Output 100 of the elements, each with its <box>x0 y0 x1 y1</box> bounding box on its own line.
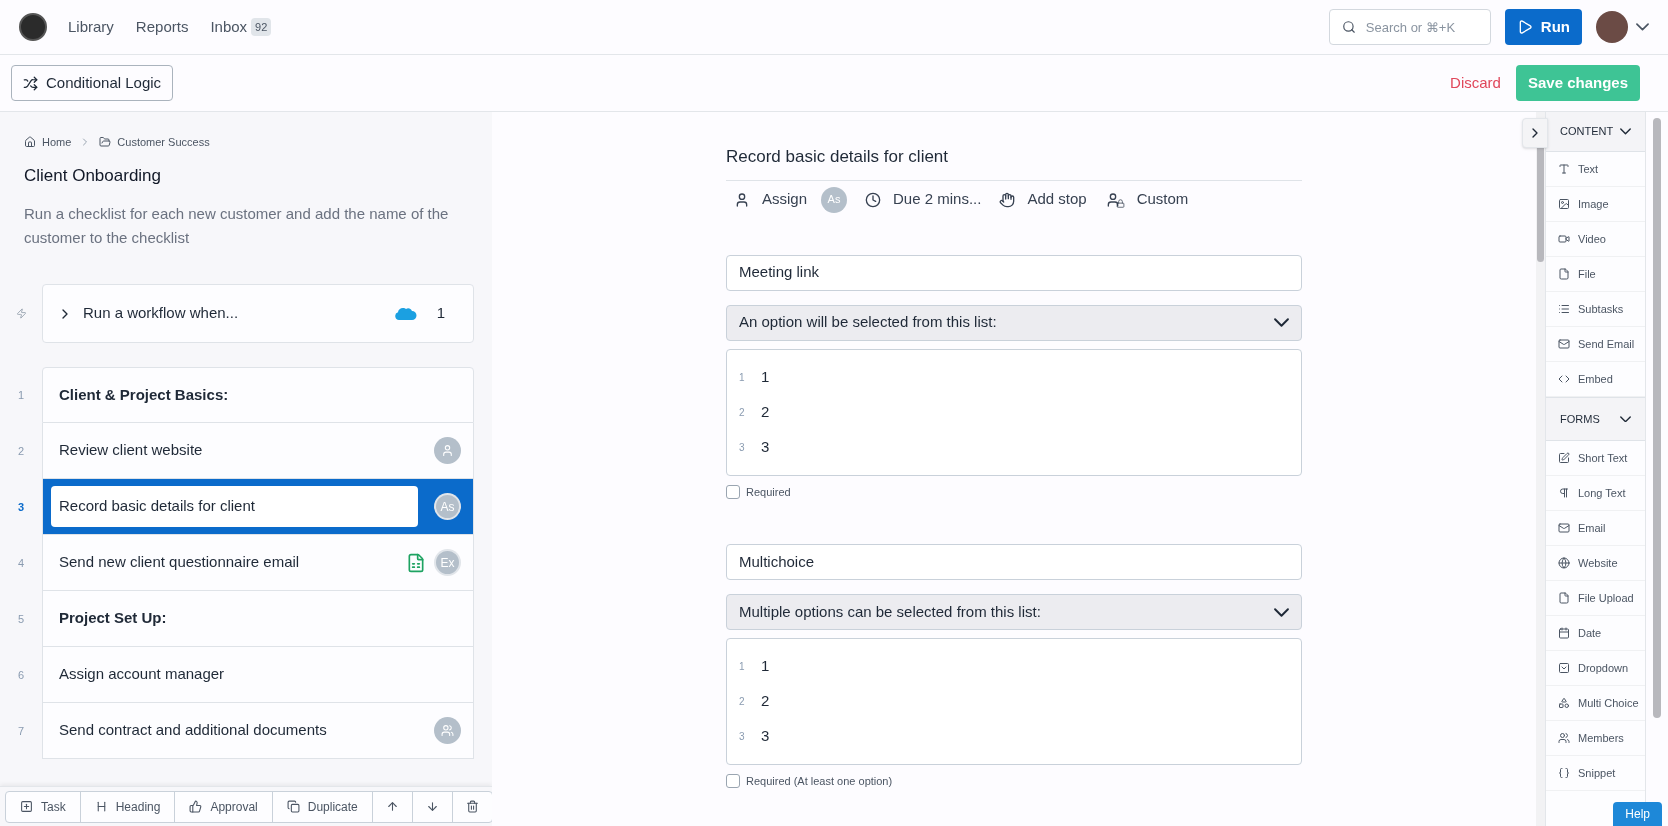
home-icon <box>24 136 36 149</box>
required-checkbox[interactable] <box>726 774 740 789</box>
option-number: 2 <box>739 695 746 709</box>
caret-icon <box>1620 128 1631 135</box>
conditional-logic-button[interactable]: Conditional Logic <box>11 65 174 101</box>
text-icon <box>1558 163 1570 175</box>
shuffle-icon <box>23 75 38 91</box>
task-row[interactable]: Client & Project Basics: <box>42 367 474 423</box>
sidebar-item[interactable]: Video <box>1546 222 1645 257</box>
sidebar-item[interactable]: Image <box>1546 187 1645 222</box>
video-icon <box>1558 233 1570 245</box>
required-checkbox[interactable] <box>726 484 740 499</box>
mode-dropdown[interactable]: Multiple options can be selected from this list: <box>726 594 1302 630</box>
assignee-avatar[interactable] <box>434 437 461 464</box>
meta-action[interactable]: Assign <box>734 188 808 211</box>
breadcrumb-link[interactable]: Home <box>24 134 72 151</box>
section-header[interactable]: FORMS <box>1546 397 1645 441</box>
dropdown-icon <box>1558 662 1570 674</box>
logo[interactable] <box>19 13 47 41</box>
nav-link[interactable]: Library <box>68 15 114 39</box>
mode-dropdown[interactable]: An option will be selected from this list: <box>726 304 1302 341</box>
breadcrumb-link[interactable]: Customer Success <box>99 134 210 151</box>
section-header[interactable]: CONTENT <box>1546 112 1645 152</box>
task-row[interactable]: Send contract and additional documents <box>42 703 474 759</box>
copy-icon <box>286 800 300 813</box>
discard-button[interactable]: Discard <box>1450 71 1501 95</box>
task-row[interactable]: Project Set Up: <box>42 591 474 647</box>
task-label: Send contract and additional documents <box>59 720 328 741</box>
meta-action[interactable]: Add stop <box>999 188 1087 211</box>
option-value[interactable]: 3 <box>761 435 770 459</box>
trigger-count: 1 <box>436 303 445 324</box>
option-value[interactable]: 2 <box>761 690 770 713</box>
user-avatar[interactable] <box>1596 11 1628 43</box>
task-heading: Project Set Up: <box>59 608 168 629</box>
option-value[interactable]: 3 <box>761 725 770 748</box>
caret-icon[interactable] <box>1636 23 1649 31</box>
sidebar-item[interactable]: Dropdown <box>1546 651 1645 686</box>
shapes-icon <box>1558 697 1570 709</box>
task-number: 1 <box>16 387 26 403</box>
meta-action[interactable]: Due 2 mins... <box>865 188 982 211</box>
sidebar-item[interactable]: Text <box>1546 152 1645 187</box>
field-label-input[interactable]: Meeting link <box>726 254 1302 291</box>
toolbar-button[interactable]: Task <box>6 791 80 822</box>
task-row[interactable]: Send new client questionnaire email Ex <box>42 535 474 591</box>
nav-link[interactable]: Reports <box>135 15 189 39</box>
workflow-title: Client Onboarding <box>24 164 163 187</box>
task-row[interactable]: Review client website <box>42 423 474 479</box>
help-button[interactable]: Help <box>1613 802 1662 826</box>
folder-icon <box>99 136 112 149</box>
sidebar-item[interactable]: File Upload <box>1546 581 1645 616</box>
sidebar-item[interactable]: Date <box>1546 616 1645 651</box>
nav-link[interactable]: Inbox 92 <box>210 15 272 39</box>
option-value[interactable]: 1 <box>761 655 770 678</box>
toolbar-button[interactable]: Heading <box>79 791 175 822</box>
sidebar-item[interactable]: Email <box>1546 511 1645 546</box>
sidebar-item[interactable]: Short Text <box>1546 441 1645 476</box>
option-number: 1 <box>739 660 746 674</box>
image-icon <box>1558 198 1570 210</box>
option-number: 1 <box>739 370 746 385</box>
trigger-card[interactable]: Run a workflow when... 1 <box>42 284 474 343</box>
task-row[interactable]: Assign account manager <box>42 647 474 703</box>
cloud-logo-icon <box>392 305 417 322</box>
thumbs-up-icon <box>189 800 203 813</box>
task-row[interactable]: Record basic details for client As <box>42 479 474 535</box>
globe-icon <box>1558 557 1570 569</box>
search-field[interactable]: Search or ⌘+K <box>1328 9 1491 45</box>
option-number: 2 <box>739 405 746 420</box>
sidebar-item[interactable]: Send Email <box>1546 327 1645 362</box>
trigger-label: Run a workflow when... <box>83 303 240 324</box>
meta-action[interactable]: Custom <box>1104 188 1189 211</box>
required-label: Required <box>746 484 791 500</box>
toolbar-button[interactable]: Duplicate <box>271 791 372 822</box>
plus-square-icon <box>20 800 33 813</box>
option-value[interactable]: 1 <box>761 365 770 389</box>
task-number: 5 <box>16 611 26 627</box>
sidebar-item[interactable]: Snippet <box>1546 756 1645 791</box>
task-label: Assign account manager <box>59 664 226 685</box>
pilcrow-icon <box>1558 487 1570 499</box>
pen-icon <box>1558 452 1570 464</box>
sidebar-item[interactable]: Website <box>1546 546 1645 581</box>
list-icon <box>1558 303 1570 315</box>
scrollbar[interactable] <box>1536 112 1545 826</box>
sidebar-item[interactable]: Multi Choice <box>1546 686 1645 721</box>
clock-icon <box>865 191 882 208</box>
group-avatar[interactable] <box>434 717 461 744</box>
mail-icon <box>1558 522 1570 534</box>
collapse-tab[interactable] <box>1522 118 1548 148</box>
field-label-input[interactable]: Multichoice <box>726 544 1302 580</box>
sidebar-item[interactable]: Members <box>1546 721 1645 756</box>
sidebar-item[interactable]: Subtasks <box>1546 292 1645 327</box>
toolbar-button[interactable]: Approval <box>174 791 272 822</box>
workflow-description: Run a checklist for each new customer and add the name of the customer to the checklist <box>24 204 450 248</box>
file-icon <box>1558 268 1570 280</box>
sidebar-item[interactable]: Long Text <box>1546 476 1645 511</box>
option-value[interactable]: 2 <box>761 400 770 424</box>
run-button[interactable]: Run <box>1504 9 1582 45</box>
caret-icon <box>1620 415 1631 423</box>
sidebar-item[interactable]: File <box>1546 257 1645 292</box>
braces-icon <box>1558 767 1570 779</box>
task-number: 4 <box>16 555 26 571</box>
